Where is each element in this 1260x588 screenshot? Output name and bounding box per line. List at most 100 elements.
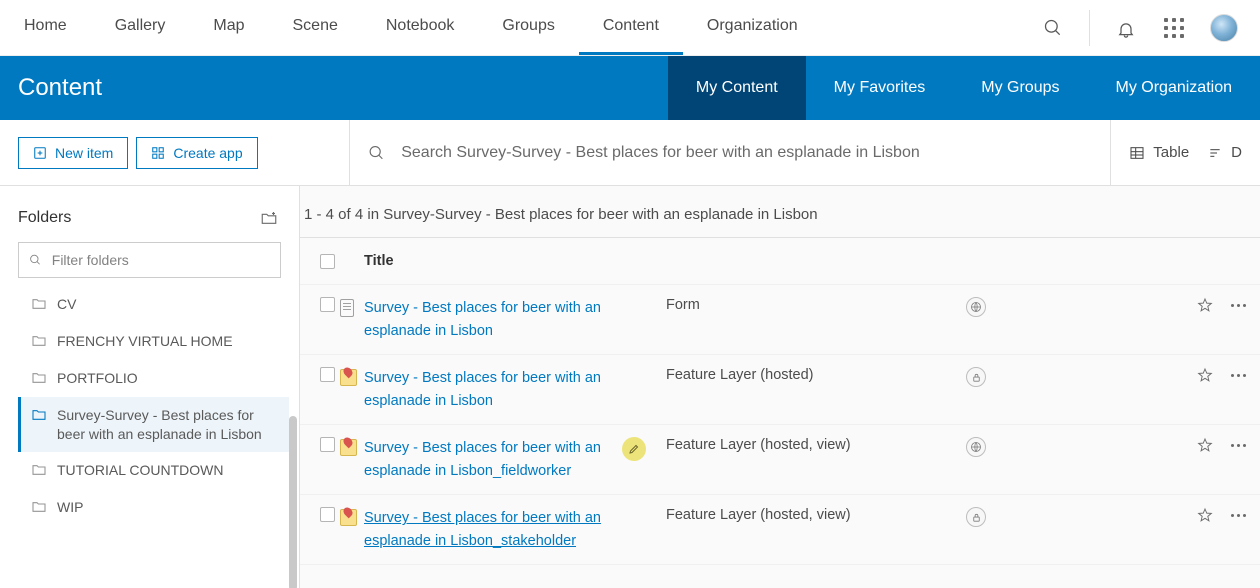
topnav-tab-content[interactable]: Content — [579, 0, 683, 55]
search-icon — [368, 144, 385, 162]
table-row: Survey - Best places for beer with an es… — [300, 285, 1260, 355]
table-icon — [1129, 145, 1145, 161]
more-actions-icon[interactable] — [1227, 370, 1250, 381]
action-row: New item Create app Table D — [0, 120, 1260, 186]
sidebar-folder[interactable]: PORTFOLIO — [18, 360, 289, 397]
apps-icon[interactable] — [1162, 16, 1186, 40]
star-icon[interactable] — [1197, 367, 1213, 383]
create-app-button[interactable]: Create app — [136, 137, 257, 169]
search-icon[interactable] — [1041, 16, 1065, 40]
feature-layer-icon — [340, 509, 357, 526]
folders-heading-row: Folders — [18, 206, 299, 230]
bell-icon[interactable] — [1114, 16, 1138, 40]
more-actions-icon[interactable] — [1227, 440, 1250, 451]
create-app-label: Create app — [173, 145, 242, 161]
folder-label: TUTORIAL COUNTDOWN — [57, 461, 223, 480]
section-header: Content My ContentMy FavoritesMy GroupsM… — [0, 56, 1260, 120]
row-checkbox[interactable] — [320, 297, 335, 312]
edit-badge-icon — [622, 437, 646, 461]
item-type: Form — [666, 297, 966, 313]
folder-label: CV — [57, 295, 76, 314]
section-tab-my-organization[interactable]: My Organization — [1088, 56, 1260, 120]
new-folder-icon[interactable] — [257, 206, 281, 230]
grid-icon — [151, 146, 165, 160]
view-switcher: Table D — [1110, 120, 1260, 185]
folders-heading: Folders — [18, 209, 71, 227]
item-title-link[interactable]: Survey - Best places for beer with an es… — [364, 437, 622, 482]
folder-label: WIP — [57, 498, 83, 517]
action-left: New item Create app — [0, 120, 349, 185]
folder-label: FRENCHY VIRTUAL HOME — [57, 332, 233, 351]
star-icon[interactable] — [1197, 437, 1213, 453]
form-icon — [340, 299, 354, 317]
folder-label: PORTFOLIO — [57, 369, 138, 388]
top-nav: HomeGalleryMapSceneNotebookGroupsContent… — [0, 0, 1260, 56]
sort-icon — [1207, 145, 1223, 161]
filter-folders-box — [18, 242, 281, 278]
sidebar-folder[interactable]: TUTORIAL COUNTDOWN — [18, 452, 289, 489]
item-type: Feature Layer (hosted, view) — [666, 507, 966, 523]
star-icon[interactable] — [1197, 297, 1213, 313]
folder-icon — [31, 296, 47, 310]
section-tab-my-content[interactable]: My Content — [668, 56, 806, 120]
more-actions-icon[interactable] — [1227, 510, 1250, 521]
item-title-link[interactable]: Survey - Best places for beer with an es… — [364, 297, 622, 342]
feature-layer-icon — [340, 369, 357, 386]
sidebar-folder[interactable]: Survey-Survey - Best places for beer wit… — [18, 397, 289, 453]
folder-label: Survey-Survey - Best places for beer wit… — [57, 406, 279, 444]
new-item-label: New item — [55, 145, 113, 161]
filter-folders-input[interactable] — [50, 251, 270, 269]
topnav-tab-groups[interactable]: Groups — [478, 0, 578, 55]
folder-icon — [31, 333, 47, 347]
sidebar-folder[interactable]: CV — [18, 286, 289, 323]
view-date-button[interactable]: D — [1207, 144, 1242, 161]
item-type: Feature Layer (hosted) — [666, 367, 966, 383]
table-row: Survey - Best places for beer with an es… — [300, 495, 1260, 565]
column-header-title[interactable]: Title — [364, 250, 622, 272]
item-title-link[interactable]: Survey - Best places for beer with an es… — [364, 507, 622, 552]
sidebar-folder[interactable]: WIP — [18, 489, 289, 526]
items-table: Title Survey - Best places for beer with… — [300, 237, 1260, 565]
row-checkbox[interactable] — [320, 507, 335, 522]
globe-icon[interactable] — [966, 437, 986, 457]
sidebar-scrollbar[interactable] — [289, 416, 297, 588]
view-date-label: D — [1231, 144, 1242, 161]
topnav-tab-notebook[interactable]: Notebook — [362, 0, 479, 55]
topnav-tab-organization[interactable]: Organization — [683, 0, 822, 55]
top-nav-tabs: HomeGalleryMapSceneNotebookGroupsContent… — [0, 0, 822, 55]
folder-icon — [31, 407, 47, 421]
item-title-link[interactable]: Survey - Best places for beer with an es… — [364, 367, 622, 412]
sidebar-folder[interactable]: FRENCHY VIRTUAL HOME — [18, 323, 289, 360]
table-row: Survey - Best places for beer with an es… — [300, 425, 1260, 495]
folder-icon — [31, 370, 47, 384]
avatar[interactable] — [1210, 14, 1238, 42]
topnav-tab-map[interactable]: Map — [189, 0, 268, 55]
content-panel: 1 - 4 of 4 in Survey-Survey - Best place… — [300, 186, 1260, 588]
search-input[interactable] — [399, 143, 1110, 163]
section-tab-my-favorites[interactable]: My Favorites — [806, 56, 954, 120]
row-checkbox[interactable] — [320, 367, 335, 382]
topnav-tab-scene[interactable]: Scene — [269, 0, 362, 55]
table-header-row: Title — [300, 238, 1260, 285]
folder-list: CV FRENCHY VIRTUAL HOME PORTFOLIO Survey-Su… — [18, 286, 289, 526]
new-item-button[interactable]: New item — [18, 137, 128, 169]
item-type: Feature Layer (hosted, view) — [666, 437, 966, 453]
result-count: 1 - 4 of 4 in Survey-Survey - Best place… — [300, 206, 1260, 237]
globe-icon[interactable] — [966, 297, 986, 317]
folder-icon — [31, 499, 47, 513]
row-checkbox[interactable] — [320, 437, 335, 452]
folder-icon — [31, 462, 47, 476]
view-table-button[interactable]: Table — [1129, 144, 1189, 161]
section-tab-my-groups[interactable]: My Groups — [953, 56, 1087, 120]
divider — [1089, 10, 1090, 46]
select-all-checkbox[interactable] — [320, 254, 335, 269]
lock-icon[interactable] — [966, 367, 986, 387]
topnav-tab-home[interactable]: Home — [0, 0, 91, 55]
topnav-tab-gallery[interactable]: Gallery — [91, 0, 190, 55]
lock-icon[interactable] — [966, 507, 986, 527]
plus-icon — [33, 146, 47, 160]
more-actions-icon[interactable] — [1227, 300, 1250, 311]
star-icon[interactable] — [1197, 507, 1213, 523]
feature-layer-icon — [340, 439, 357, 456]
search-wrap — [349, 120, 1110, 185]
